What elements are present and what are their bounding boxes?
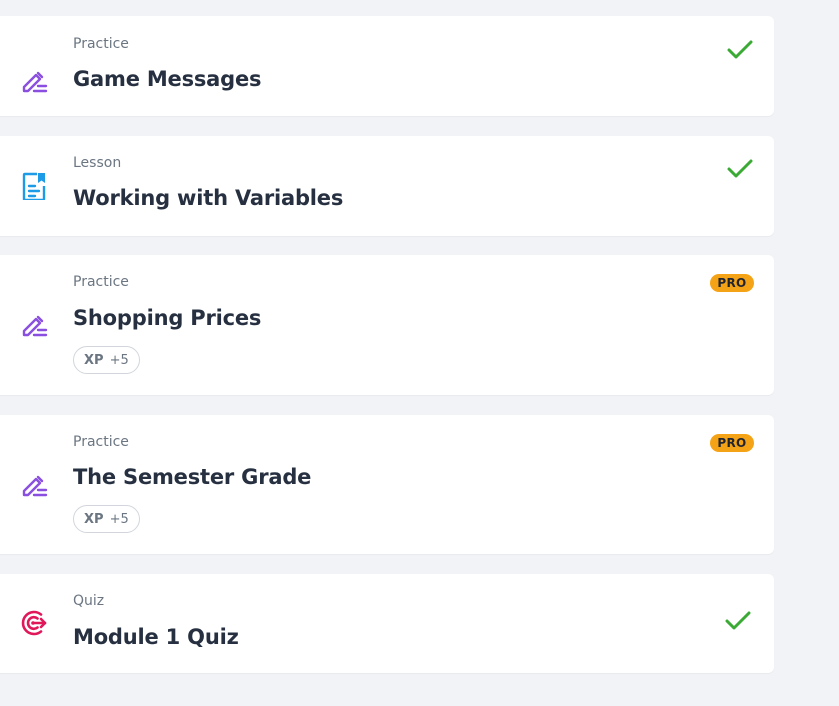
list-item-game-messages[interactable]: Practice Game Messages bbox=[0, 16, 774, 116]
xp-value: +5 bbox=[109, 511, 129, 527]
check-icon bbox=[725, 611, 751, 630]
document-bookmark-icon bbox=[22, 172, 46, 200]
list-item-the-semester-grade[interactable]: Practice The Semester Grade PRO XP +5 bbox=[0, 415, 774, 554]
list-item-shopping-prices[interactable]: Practice Shopping Prices PRO XP +5 bbox=[0, 255, 774, 395]
pencil-edit-icon bbox=[22, 475, 48, 497]
xp-label: XP bbox=[84, 352, 104, 368]
target-icon bbox=[21, 610, 47, 636]
check-icon bbox=[727, 159, 753, 178]
item-title: Working with Variables bbox=[73, 186, 344, 210]
pencil-edit-icon bbox=[22, 315, 48, 337]
item-title: Module 1 Quiz bbox=[73, 625, 239, 649]
check-icon bbox=[727, 40, 753, 59]
module-item-list: Practice Game Messages Lesson Working wi… bbox=[0, 0, 839, 706]
item-type-label: Practice bbox=[73, 274, 129, 290]
list-item-module-1-quiz[interactable]: Quiz Module 1 Quiz bbox=[0, 574, 774, 673]
xp-reward-pill: XP +5 bbox=[73, 346, 140, 374]
item-title: Game Messages bbox=[73, 67, 262, 91]
xp-label: XP bbox=[84, 511, 104, 527]
pro-badge: PRO bbox=[710, 274, 754, 292]
xp-value: +5 bbox=[109, 352, 129, 368]
xp-reward-pill: XP +5 bbox=[73, 505, 140, 533]
item-title: Shopping Prices bbox=[73, 306, 262, 330]
pencil-edit-icon bbox=[22, 71, 48, 93]
list-item-working-with-variables[interactable]: Lesson Working with Variables bbox=[0, 136, 774, 236]
item-type-label: Lesson bbox=[73, 155, 122, 171]
item-title: The Semester Grade bbox=[73, 465, 312, 489]
item-type-label: Practice bbox=[73, 434, 129, 450]
pro-badge: PRO bbox=[710, 434, 754, 452]
item-type-label: Practice bbox=[73, 36, 129, 52]
item-type-label: Quiz bbox=[73, 593, 105, 609]
